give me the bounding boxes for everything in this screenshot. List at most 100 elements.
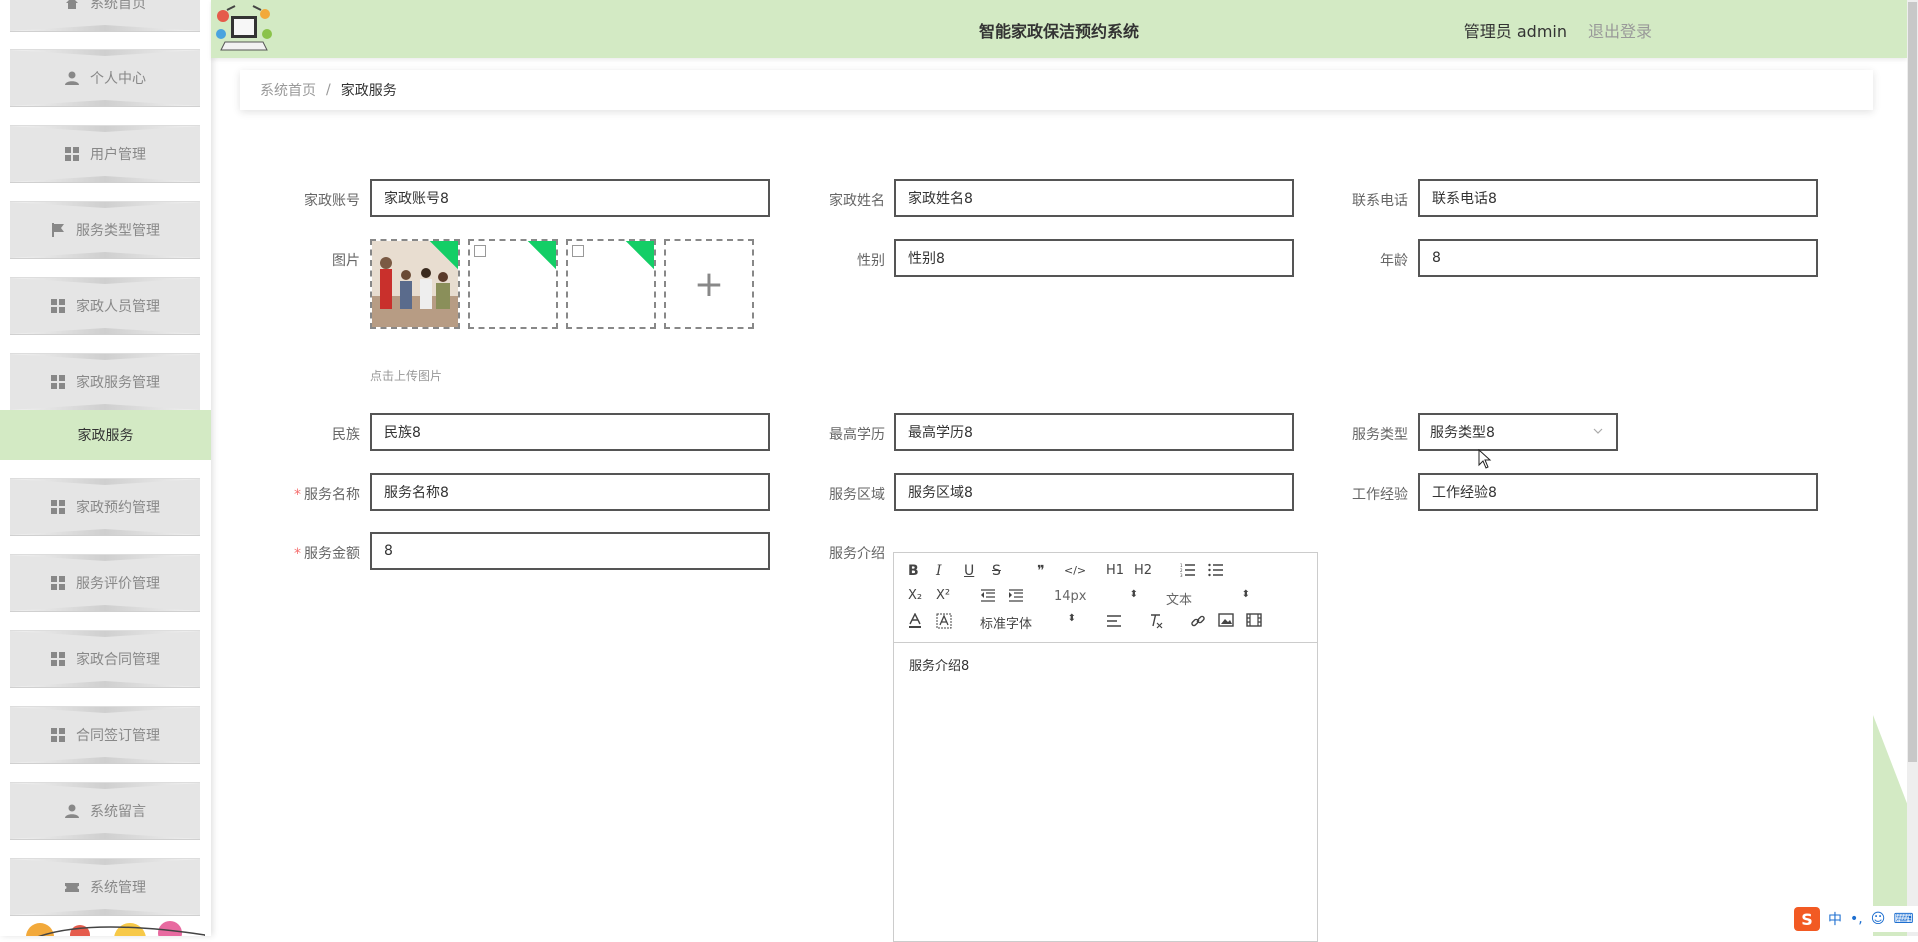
font-family-value: 标准字体: [980, 617, 1033, 632]
ime-toolbar[interactable]: S 中 •, ☺ ⌨: [1790, 906, 1918, 932]
background-color-icon[interactable]: [936, 613, 952, 633]
text-style-select[interactable]: 文本 ⬍: [1166, 589, 1250, 608]
user-icon: [64, 70, 80, 86]
sidebar-item-services[interactable]: 家政服务管理: [10, 353, 200, 411]
sidebar-item-reviews[interactable]: 服务评价管理: [10, 554, 200, 612]
font-family-select[interactable]: 标准字体 ⬍: [980, 613, 1076, 632]
select-arrows-icon: ⬍: [1067, 613, 1076, 624]
service-type-select[interactable]: 服务类型8: [1418, 413, 1618, 451]
sidebar-item-service-types[interactable]: 服务类型管理: [10, 201, 200, 259]
grid-icon: [50, 499, 66, 515]
grid-icon: [50, 298, 66, 314]
breadcrumb-separator: /: [326, 82, 331, 98]
age-field[interactable]: 8: [1418, 239, 1818, 277]
editor-content-area[interactable]: 服务介绍8: [894, 643, 1317, 686]
sidebar-item-users[interactable]: 用户管理: [10, 125, 200, 183]
italic-button[interactable]: I: [936, 563, 942, 579]
keyboard-icon[interactable]: ⌨: [1893, 911, 1913, 927]
gender-field[interactable]: 性别8: [894, 239, 1294, 277]
service-name-field[interactable]: 服务名称8: [370, 473, 770, 511]
sidebar-subitem-service[interactable]: 家政服务: [0, 410, 211, 460]
sidebar-item-label: 家政人员管理: [76, 299, 160, 315]
service-area-field[interactable]: 服务区域8: [894, 473, 1294, 511]
account-field[interactable]: 家政账号8: [370, 179, 770, 217]
vertical-scrollbar[interactable]: [1907, 0, 1918, 936]
experience-field[interactable]: 工作经验8: [1418, 473, 1818, 511]
service-type-value: 服务类型8: [1430, 425, 1495, 441]
ordered-list-icon[interactable]: 123: [1180, 563, 1196, 581]
sidebar-item-appointments[interactable]: 家政预约管理: [10, 478, 200, 536]
experience-label: 工作经验: [1352, 487, 1408, 503]
grid-icon: [64, 146, 80, 162]
chevron-down-icon: [1592, 425, 1604, 440]
quote-button[interactable]: ❞: [1037, 563, 1045, 579]
uploaded-image-thumbnail[interactable]: [566, 239, 656, 329]
service-type-label: 服务类型: [1352, 427, 1408, 443]
required-mark: *: [294, 487, 301, 503]
sidebar-item-contracts[interactable]: 家政合同管理: [10, 630, 200, 688]
text-style-value: 文本: [1166, 593, 1193, 608]
top-header: 智能家政保洁预约系统 管理员 admin 退出登录: [211, 0, 1907, 58]
ime-language[interactable]: 中: [1828, 909, 1842, 929]
education-field[interactable]: 最高学历8: [894, 413, 1294, 451]
image-icon[interactable]: [1218, 613, 1234, 631]
sidebar-item-signing[interactable]: 合同签订管理: [10, 706, 200, 764]
underline-button[interactable]: U: [964, 563, 974, 579]
outdent-icon[interactable]: [980, 589, 996, 607]
sidebar-item-profile[interactable]: 个人中心: [10, 49, 200, 107]
service-name-label: * 服务名称: [294, 487, 360, 503]
service-amount-label: * 服务金额: [294, 546, 360, 562]
subscript-button[interactable]: X₂: [908, 588, 922, 603]
scrollbar-thumb[interactable]: [1908, 2, 1917, 762]
grid-icon: [50, 575, 66, 591]
sidebar-item-label: 服务评价管理: [76, 576, 160, 592]
add-image-button[interactable]: +: [664, 239, 754, 329]
service-amount-field[interactable]: 8: [370, 532, 770, 570]
select-arrows-icon: ⬍: [1129, 589, 1138, 600]
intro-label: 服务介绍: [829, 546, 885, 562]
uploaded-image-thumbnail[interactable]: [370, 239, 460, 329]
font-size-select[interactable]: 14px ⬍: [1054, 589, 1138, 604]
grid-icon: [50, 374, 66, 390]
clear-format-icon[interactable]: [1148, 613, 1164, 633]
strike-button[interactable]: S: [992, 563, 1001, 579]
phone-label: 联系电话: [1352, 193, 1408, 209]
ime-punctuation[interactable]: •,: [1850, 911, 1863, 927]
upload-tip: 点击上传图片: [370, 369, 443, 383]
uploaded-image-thumbnail[interactable]: [468, 239, 558, 329]
bold-button[interactable]: B: [908, 563, 919, 579]
logout-link[interactable]: 退出登录: [1588, 18, 1652, 42]
education-label: 最高学历: [829, 427, 885, 443]
breadcrumb-home[interactable]: 系统首页: [260, 80, 316, 100]
sidebar-item-messages[interactable]: 系统留言: [10, 782, 200, 840]
grid-icon: [50, 651, 66, 667]
home-icon: [64, 0, 80, 11]
bullet-list-icon[interactable]: [1208, 563, 1224, 581]
sogou-logo-icon: S: [1794, 907, 1820, 931]
superscript-button[interactable]: X²: [936, 588, 950, 603]
h2-button[interactable]: H2: [1134, 563, 1152, 578]
svg-text:3: 3: [1180, 573, 1183, 577]
sidebar-subitem-label: 家政服务: [77, 428, 134, 444]
name-label: 家政姓名: [829, 193, 885, 209]
emoji-icon[interactable]: ☺: [1871, 911, 1886, 927]
font-color-icon[interactable]: [908, 612, 922, 633]
h1-button[interactable]: H1: [1106, 563, 1124, 578]
phone-field[interactable]: 联系电话8: [1418, 179, 1818, 217]
code-button[interactable]: </>: [1064, 564, 1086, 577]
sidebar-item-label: 用户管理: [90, 147, 146, 163]
ethnicity-field[interactable]: 民族8: [370, 413, 770, 451]
align-icon[interactable]: [1106, 614, 1122, 632]
font-size-value: 14px: [1054, 589, 1087, 604]
video-icon[interactable]: [1246, 613, 1262, 631]
sidebar-item-home[interactable]: 系统首页: [10, 0, 200, 32]
link-icon[interactable]: [1190, 613, 1206, 633]
broken-image-icon: [572, 245, 584, 257]
broken-image-icon: [474, 245, 486, 257]
name-field[interactable]: 家政姓名8: [894, 179, 1294, 217]
decorative-illustration: [26, 921, 205, 936]
account-label: 家政账号: [304, 193, 360, 209]
indent-icon[interactable]: [1008, 589, 1024, 607]
sidebar-item-staff[interactable]: 家政人员管理: [10, 277, 200, 335]
breadcrumb-current: 家政服务: [340, 83, 397, 99]
